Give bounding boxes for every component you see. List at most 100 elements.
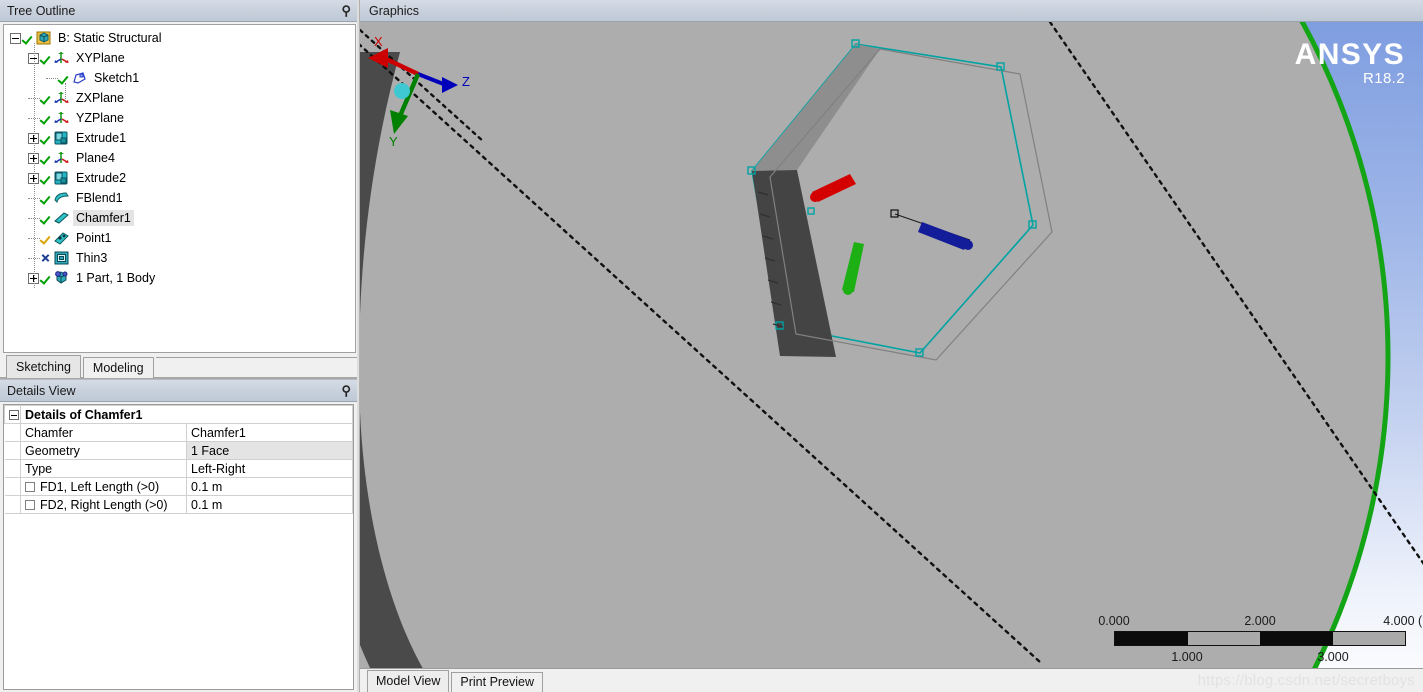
collapse-icon[interactable] bbox=[9, 410, 19, 421]
tree-item-label: YZPlane bbox=[76, 111, 124, 125]
tree-item-label: XYPlane bbox=[76, 51, 125, 65]
status-check-icon bbox=[40, 91, 52, 105]
details-row[interactable]: Chamfer Chamfer1 bbox=[4, 423, 353, 442]
tree-item-label: 1 Part, 1 Body bbox=[76, 271, 156, 285]
point-icon bbox=[53, 230, 70, 246]
details-property-label: FD1, Left Length (>0) bbox=[40, 479, 160, 494]
tree-item-sketch1[interactable]: Sketch1 bbox=[4, 68, 355, 88]
status-check-icon bbox=[40, 191, 52, 205]
details-view-title-bar: Details View ⚲ bbox=[0, 380, 359, 402]
tree-outline-list[interactable]: B: Static Structural XYPlane Sketch1 ZXPlan… bbox=[3, 24, 356, 353]
designmodeler-window: Tree Outline ⚲ B: Static Structural XYPla… bbox=[0, 0, 1423, 692]
tab-model-view[interactable]: Model View bbox=[367, 670, 450, 692]
tree-item-label: Thin3 bbox=[76, 251, 108, 265]
tree-item-b-static-structural[interactable]: B: Static Structural bbox=[4, 28, 355, 48]
status-check-icon bbox=[40, 211, 52, 225]
details-row-gutter bbox=[4, 459, 21, 478]
tree-outline-panel: Tree Outline ⚲ B: Static Structural XYPla… bbox=[0, 0, 359, 355]
plane-icon bbox=[53, 50, 70, 66]
tree-outline-title: Tree Outline bbox=[7, 3, 76, 18]
status-warning-check-icon bbox=[40, 231, 52, 245]
status-check-icon bbox=[40, 51, 52, 65]
tab-modeling[interactable]: Modeling bbox=[82, 357, 154, 378]
details-row[interactable]: FD1, Left Length (>0) 0.1 m bbox=[4, 477, 353, 496]
tab-sketching[interactable]: Sketching bbox=[6, 355, 81, 378]
tab-print-preview[interactable]: Print Preview bbox=[451, 672, 544, 692]
parameter-checkbox[interactable] bbox=[25, 500, 35, 511]
details-property-value[interactable]: 0.1 m bbox=[186, 477, 353, 496]
details-property-name: FD2, Right Length (>0) bbox=[20, 495, 187, 514]
tree-item-point1[interactable]: Point1 bbox=[4, 228, 355, 248]
details-row-gutter bbox=[4, 495, 21, 514]
details-property-name: Chamfer bbox=[20, 423, 187, 442]
left-panel-column: Tree Outline ⚲ B: Static Structural XYPla… bbox=[0, 0, 359, 692]
tree-item-label: ZXPlane bbox=[76, 91, 124, 105]
status-check-icon bbox=[22, 31, 34, 45]
pin-icon[interactable]: ⚲ bbox=[341, 3, 351, 19]
details-row-gutter bbox=[4, 477, 21, 496]
plane-icon bbox=[53, 150, 70, 166]
tree-tree-line bbox=[34, 43, 35, 288]
chamfer-icon bbox=[53, 210, 70, 226]
plane-icon bbox=[53, 110, 70, 126]
tree-item-fblend1[interactable]: FBlend1 bbox=[4, 188, 355, 208]
tree-item-label: Sketch1 bbox=[94, 71, 140, 85]
tree-item-chamfer1[interactable]: Chamfer1 bbox=[4, 208, 355, 228]
tree-item-label: Point1 bbox=[76, 231, 112, 245]
view-tab-strip: Model View Print Preview https://blog.cs… bbox=[360, 668, 1423, 692]
tree-item-thin3[interactable]: Thin3 bbox=[4, 248, 355, 268]
tree-item-label: B: Static Structural bbox=[58, 31, 162, 45]
details-row[interactable]: Type Left-Right bbox=[4, 459, 353, 478]
tree-item-1-part-1-body[interactable]: 1 Part, 1 Body bbox=[4, 268, 355, 288]
details-view-panel: Details View ⚲ Details of Chamfer1 Chamfe… bbox=[0, 379, 359, 692]
parameter-checkbox[interactable] bbox=[25, 482, 35, 493]
details-property-value[interactable]: Left-Right bbox=[186, 459, 353, 478]
sketch-icon bbox=[71, 70, 88, 86]
tree-item-label: Chamfer1 bbox=[73, 210, 134, 226]
graphics-viewport[interactable]: ANSYS R18.2 0.000 2.000 4.000 (m) 1.000 bbox=[360, 22, 1423, 668]
status-check-icon bbox=[40, 131, 52, 145]
graphics-column: Graphics ANSYS R18.2 0.000 2.000 4.000 (… bbox=[359, 0, 1423, 692]
details-property-name: FD1, Left Length (>0) bbox=[20, 477, 187, 496]
tree-item-zxplane[interactable]: ZXPlane bbox=[4, 88, 355, 108]
details-group-row[interactable]: Details of Chamfer1 bbox=[4, 405, 353, 424]
details-row-gutter bbox=[4, 441, 21, 460]
tree-item-extrude2[interactable]: Extrude2 bbox=[4, 168, 355, 188]
mode-tab-filler bbox=[155, 357, 359, 378]
thin-icon bbox=[53, 250, 70, 266]
details-row-gutter bbox=[4, 423, 21, 442]
details-property-value[interactable]: 1 Face bbox=[186, 441, 353, 460]
graphics-title-bar: Graphics bbox=[360, 0, 1423, 22]
details-property-name: Geometry bbox=[20, 441, 187, 460]
tree-item-extrude1[interactable]: Extrude1 bbox=[4, 128, 355, 148]
details-view-title: Details View bbox=[7, 383, 76, 398]
tree-item-label: Plane4 bbox=[76, 151, 115, 165]
extrude-icon bbox=[53, 130, 70, 146]
status-check-icon bbox=[40, 151, 52, 165]
details-view-table-container: Details of Chamfer1 Chamfer Chamfer1 Geomet… bbox=[3, 404, 354, 690]
tree-item-yzplane[interactable]: YZPlane bbox=[4, 108, 355, 128]
panel-splitter[interactable] bbox=[357, 0, 359, 692]
pin-icon[interactable]: ⚲ bbox=[341, 383, 351, 399]
plane-icon bbox=[53, 90, 70, 106]
details-table: Details of Chamfer1 Chamfer Chamfer1 Geomet… bbox=[4, 405, 353, 514]
status-check-icon bbox=[58, 71, 70, 85]
details-property-value[interactable]: Chamfer1 bbox=[186, 423, 353, 442]
model-icon bbox=[35, 30, 52, 46]
tree-item-plane4[interactable]: Plane4 bbox=[4, 148, 355, 168]
part-icon bbox=[53, 270, 70, 286]
tree-tree-line bbox=[65, 83, 66, 101]
tree-collapse-button[interactable] bbox=[10, 32, 21, 44]
blend-icon bbox=[53, 190, 70, 206]
tree-item-label: FBlend1 bbox=[76, 191, 123, 205]
details-property-value[interactable]: 0.1 m bbox=[186, 495, 353, 514]
model-3d-scene bbox=[360, 22, 1423, 668]
details-row[interactable]: FD2, Right Length (>0) 0.1 m bbox=[4, 495, 353, 514]
details-row[interactable]: Geometry 1 Face bbox=[4, 441, 353, 460]
details-group-title: Details of Chamfer1 bbox=[20, 405, 353, 424]
details-property-label: FD2, Right Length (>0) bbox=[40, 497, 168, 512]
tree-item-xyplane[interactable]: XYPlane bbox=[4, 48, 355, 68]
details-group-toggle[interactable] bbox=[4, 405, 21, 424]
tree-item-label: Extrude1 bbox=[76, 131, 127, 145]
graphics-title: Graphics bbox=[369, 3, 420, 18]
